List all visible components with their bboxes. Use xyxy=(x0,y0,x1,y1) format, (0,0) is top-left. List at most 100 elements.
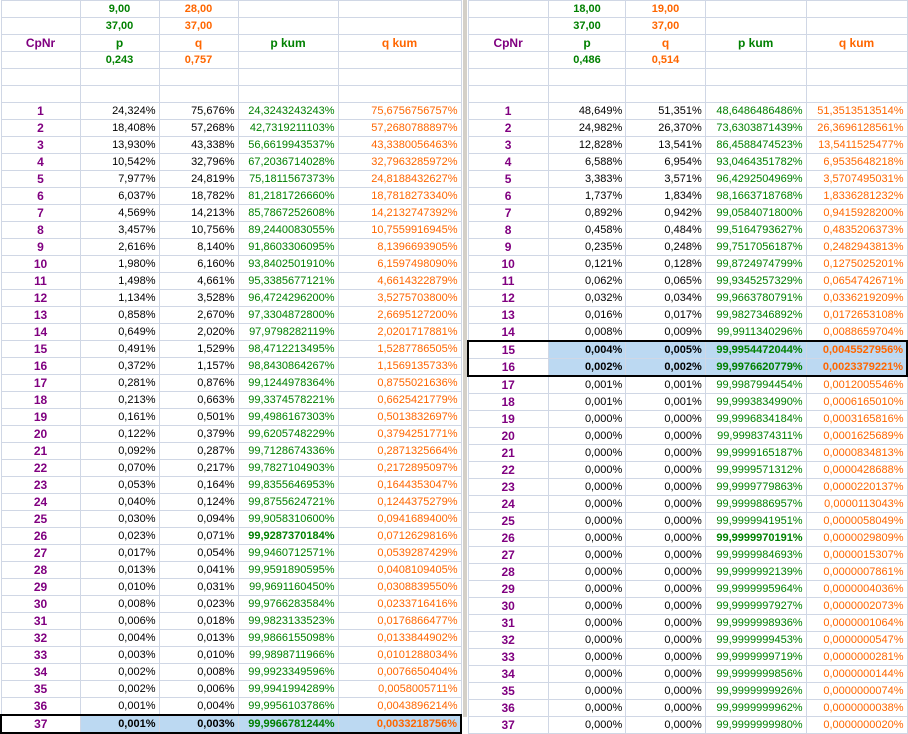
q-kum-cell[interactable]: 24,8188432627% xyxy=(337,170,462,188)
p-kum-cell[interactable]: 99,9999165187% xyxy=(704,444,807,462)
q-kum-cell[interactable]: 0,0000834813% xyxy=(805,444,908,462)
cpnr-cell[interactable]: 5 xyxy=(467,170,549,188)
p-cell[interactable]: 13,930% xyxy=(79,136,160,154)
p-kum-cell[interactable]: 99,9987994454% xyxy=(704,375,807,394)
cpnr-cell[interactable]: 34 xyxy=(0,663,81,681)
p-cell[interactable]: 0,491% xyxy=(79,340,160,358)
p-cell[interactable]: 0,002% xyxy=(79,663,160,681)
p-cell[interactable]: 10,542% xyxy=(79,153,160,171)
cell[interactable] xyxy=(547,68,627,86)
q-cell[interactable]: 1,157% xyxy=(158,357,239,375)
q-kum-cell[interactable]: 6,1597498090% xyxy=(337,255,462,273)
p-kum-cell[interactable]: 99,9911340296% xyxy=(704,323,807,342)
q-cell[interactable]: 0,071% xyxy=(158,527,239,545)
cpnr-cell[interactable]: 32 xyxy=(467,631,549,649)
q-cell[interactable]: 43,338% xyxy=(158,136,239,154)
q-cell[interactable]: 8,140% xyxy=(158,238,239,256)
q-kum-cell[interactable]: 0,0408109405% xyxy=(337,561,462,579)
q-cell[interactable]: 0,004% xyxy=(158,697,239,716)
q-kum-cell[interactable]: 43,3380056463% xyxy=(337,136,462,154)
q-kum-cell[interactable]: 10,7559916945% xyxy=(337,221,462,239)
q-cell[interactable]: 0,034% xyxy=(625,289,706,307)
cell[interactable] xyxy=(0,51,81,69)
p-kum-cell[interactable]: 99,9866155098% xyxy=(237,629,339,647)
q-cell[interactable]: 14,213% xyxy=(158,204,239,222)
cell[interactable] xyxy=(805,0,908,18)
p-kum-cell[interactable]: 99,3374578221% xyxy=(237,391,339,409)
q-cell[interactable]: 2,670% xyxy=(158,306,239,324)
param-p-cell[interactable]: 18,00 xyxy=(547,0,627,18)
q-cell[interactable]: 0,000% xyxy=(625,665,706,683)
header-cpnr[interactable]: CpNr xyxy=(0,34,81,52)
q-kum-cell[interactable]: 0,0000428688% xyxy=(805,461,908,479)
cell[interactable] xyxy=(467,68,549,86)
q-kum-cell[interactable]: 0,0043896214% xyxy=(337,697,462,716)
cpnr-cell[interactable]: 25 xyxy=(467,512,549,530)
p-kum-cell[interactable]: 99,9345257329% xyxy=(704,272,807,290)
cell[interactable] xyxy=(625,85,706,103)
p-cell[interactable]: 0,000% xyxy=(547,427,627,445)
q-cell[interactable]: 0,003% xyxy=(158,714,239,734)
cpnr-cell[interactable]: 6 xyxy=(0,187,81,205)
p-kum-cell[interactable]: 89,2440083055% xyxy=(237,221,339,239)
cell[interactable] xyxy=(625,68,706,86)
p-kum-cell[interactable]: 56,6619943537% xyxy=(237,136,339,154)
p-cell[interactable]: 0,003% xyxy=(79,646,160,664)
q-cell[interactable]: 0,000% xyxy=(625,614,706,632)
cpnr-cell[interactable]: 21 xyxy=(467,444,549,462)
p-kum-cell[interactable]: 96,4724296200% xyxy=(237,289,339,307)
p-kum-cell[interactable]: 99,9999999926% xyxy=(704,682,807,700)
q-kum-cell[interactable]: 4,6614322879% xyxy=(337,272,462,290)
cell[interactable] xyxy=(805,68,908,86)
q-kum-cell[interactable]: 0,0712629816% xyxy=(337,527,462,545)
q-kum-cell[interactable]: 0,0000004036% xyxy=(805,580,908,598)
q-cell[interactable]: 0,008% xyxy=(158,663,239,681)
q-kum-cell[interactable]: 0,0539287429% xyxy=(337,544,462,562)
q-cell[interactable]: 0,000% xyxy=(625,478,706,496)
p-cell[interactable]: 0,458% xyxy=(547,221,627,239)
cpnr-cell[interactable]: 8 xyxy=(467,221,549,239)
cell[interactable] xyxy=(0,68,81,86)
q-cell[interactable]: 1,529% xyxy=(158,340,239,358)
q-kum-cell[interactable]: 0,0000000547% xyxy=(805,631,908,649)
p-cell[interactable]: 0,008% xyxy=(79,595,160,613)
p-kum-cell[interactable]: 99,9766283584% xyxy=(237,595,339,613)
p-cell[interactable]: 0,000% xyxy=(547,682,627,700)
cpnr-cell[interactable]: 27 xyxy=(0,544,81,562)
q-cell[interactable]: 18,782% xyxy=(158,187,239,205)
cpnr-cell[interactable]: 20 xyxy=(467,427,549,445)
q-cell[interactable]: 0,000% xyxy=(625,512,706,530)
cell[interactable] xyxy=(805,85,908,103)
p-kum-cell[interactable]: 99,9999999980% xyxy=(704,716,807,734)
cpnr-cell[interactable]: 3 xyxy=(467,136,549,154)
header-cpnr[interactable]: CpNr xyxy=(467,34,549,52)
q-cell[interactable]: 0,041% xyxy=(158,561,239,579)
p-cell[interactable]: 6,037% xyxy=(79,187,160,205)
q-cell[interactable]: 2,020% xyxy=(158,323,239,341)
q-kum-cell[interactable]: 0,3794251771% xyxy=(337,425,462,443)
header-p-kum[interactable]: p kum xyxy=(704,34,807,52)
p-kum-cell[interactable]: 48,6486486486% xyxy=(704,102,807,120)
q-kum-cell[interactable]: 0,0172653108% xyxy=(805,306,908,324)
p-kum-cell[interactable]: 99,8724974799% xyxy=(704,255,807,273)
cpnr-cell[interactable]: 33 xyxy=(0,646,81,664)
cpnr-cell[interactable]: 26 xyxy=(0,527,81,545)
p-cell[interactable]: 0,000% xyxy=(547,444,627,462)
p-kum-cell[interactable]: 99,9976620779% xyxy=(704,358,807,377)
p-cell[interactable]: 4,569% xyxy=(79,204,160,222)
q-kum-cell[interactable]: 0,0654742671% xyxy=(805,272,908,290)
q-cell[interactable]: 0,000% xyxy=(625,716,706,734)
q-kum-cell[interactable]: 0,0000000144% xyxy=(805,665,908,683)
q-kum-cell[interactable]: 0,6625421779% xyxy=(337,391,462,409)
cell[interactable] xyxy=(337,68,462,86)
p-cell[interactable]: 0,000% xyxy=(547,699,627,717)
q-cell[interactable]: 0,217% xyxy=(158,459,239,477)
q-kum-cell[interactable]: 6,9535648218% xyxy=(805,153,908,171)
p-cell[interactable]: 48,649% xyxy=(547,102,627,120)
p-kum-cell[interactable]: 98,4712213495% xyxy=(237,340,339,358)
cpnr-cell[interactable]: 14 xyxy=(467,323,549,342)
p-cell[interactable]: 2,616% xyxy=(79,238,160,256)
p-cell[interactable]: 0,010% xyxy=(79,578,160,596)
q-kum-cell[interactable]: 0,0000007861% xyxy=(805,563,908,581)
p-cell[interactable]: 0,372% xyxy=(79,357,160,375)
